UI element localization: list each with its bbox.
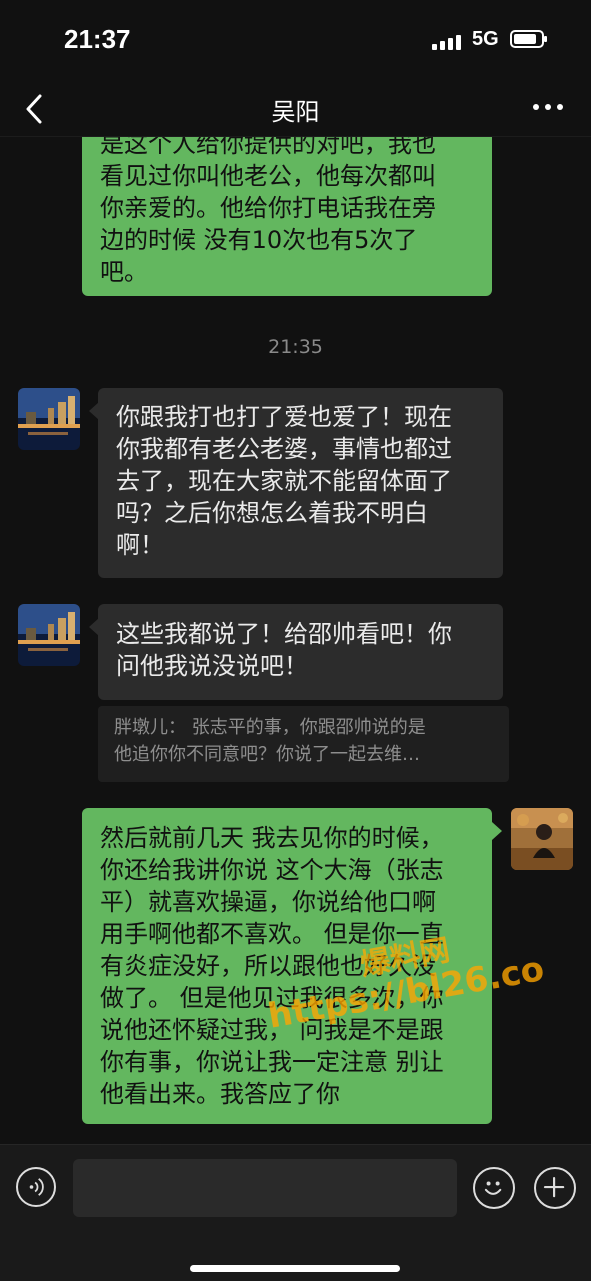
message-line: 做了。 但是他见过我很多次，你 [100, 984, 444, 1012]
message-line: 你跟我打也打了爱也爱了！现在 [116, 403, 452, 431]
message-line: 有炎症没好，所以跟他也好久没 [100, 952, 436, 980]
battery-icon [510, 30, 547, 48]
message-timestamp: 21:35 [268, 336, 323, 358]
quoted-message[interactable]: 胖墩儿： 张志平的事，你跟邵帅说的是 他追你你不同意吧？你说了一起去维… [98, 706, 509, 782]
input-bar [0, 1144, 591, 1281]
message-line: 看见过你叫他老公，他每次都叫 [100, 162, 436, 190]
contact-avatar[interactable] [18, 388, 80, 450]
message-line: 你还给我讲你说 这个大海（张志 [100, 856, 444, 884]
sent-message[interactable]: 然后就前几天 我去见你的时候， 你还给我讲你说 这个大海（张志 平）就喜欢操逼，… [82, 808, 492, 1124]
message-line: 你亲爱的。他给你打电话我在旁 [100, 194, 436, 222]
home-indicator[interactable] [190, 1265, 400, 1272]
message-line: 啊！ [116, 531, 164, 559]
bubble-tail [492, 822, 502, 840]
more-icon[interactable] [533, 104, 563, 112]
message-line: 你我都有老公老婆，事情也都过 [116, 435, 452, 463]
contact-name: 吴阳 [271, 98, 320, 126]
message-line: 你有事，你说让我一定注意 别让 [100, 1048, 444, 1076]
signal-icon [432, 34, 464, 50]
message-line: 说他还怀疑过我， 问我是不是跟 [100, 1016, 444, 1044]
contact-avatar[interactable] [18, 604, 80, 666]
chat-header: 吴阳 [0, 80, 591, 137]
message-line: 这些我都说了！给邵帅看吧！你 [116, 620, 452, 648]
message-line: 是这个人给你提供的对吧，我也 [100, 136, 436, 158]
message-line: 边的时候 没有10次也有5次了 [100, 226, 418, 254]
received-message[interactable]: 这些我都说了！给邵帅看吧！你 问他我说没说吧！ [98, 604, 503, 700]
my-avatar[interactable] [511, 808, 573, 870]
network-type: 5G [472, 28, 499, 50]
message-line: 吗？之后你想怎么着我不明白 [116, 499, 428, 527]
quote-line: 胖墩儿： 张志平的事，你跟邵帅说的是 [114, 717, 426, 738]
emoji-icon[interactable] [473, 1167, 515, 1209]
received-message[interactable]: 你跟我打也打了爱也爱了！现在 你我都有老公老婆，事情也都过 去了，现在大家就不能… [98, 388, 503, 578]
sent-message[interactable]: 是这个人给你提供的对吧，我也 看见过你叫他老公，他每次都叫 你亲爱的。他给你打电… [82, 136, 492, 296]
voice-icon[interactable] [16, 1167, 56, 1207]
message-line: 去了，现在大家就不能留体面了 [116, 467, 452, 495]
status-bar: 21:37 5G [0, 0, 591, 80]
message-line: 平）就喜欢操逼，你说给他口啊 [100, 888, 436, 916]
message-line: 问他我说没说吧！ [116, 652, 308, 680]
status-time: 21:37 [64, 24, 131, 54]
message-line: 然后就前几天 我去见你的时候， [100, 824, 444, 852]
quote-line: 他追你你不同意吧？你说了一起去维… [114, 744, 420, 765]
message-input[interactable] [73, 1159, 457, 1217]
plus-icon[interactable] [534, 1167, 576, 1209]
message-line: 用手啊他都不喜欢。 但是你一直 [100, 920, 444, 948]
message-line: 他看出来。我答应了你 [100, 1080, 340, 1108]
message-line: 吧。 [100, 258, 148, 286]
message-list[interactable]: 是这个人给你提供的对吧，我也 看见过你叫他老公，他每次都叫 你亲爱的。他给你打电… [0, 136, 591, 1144]
